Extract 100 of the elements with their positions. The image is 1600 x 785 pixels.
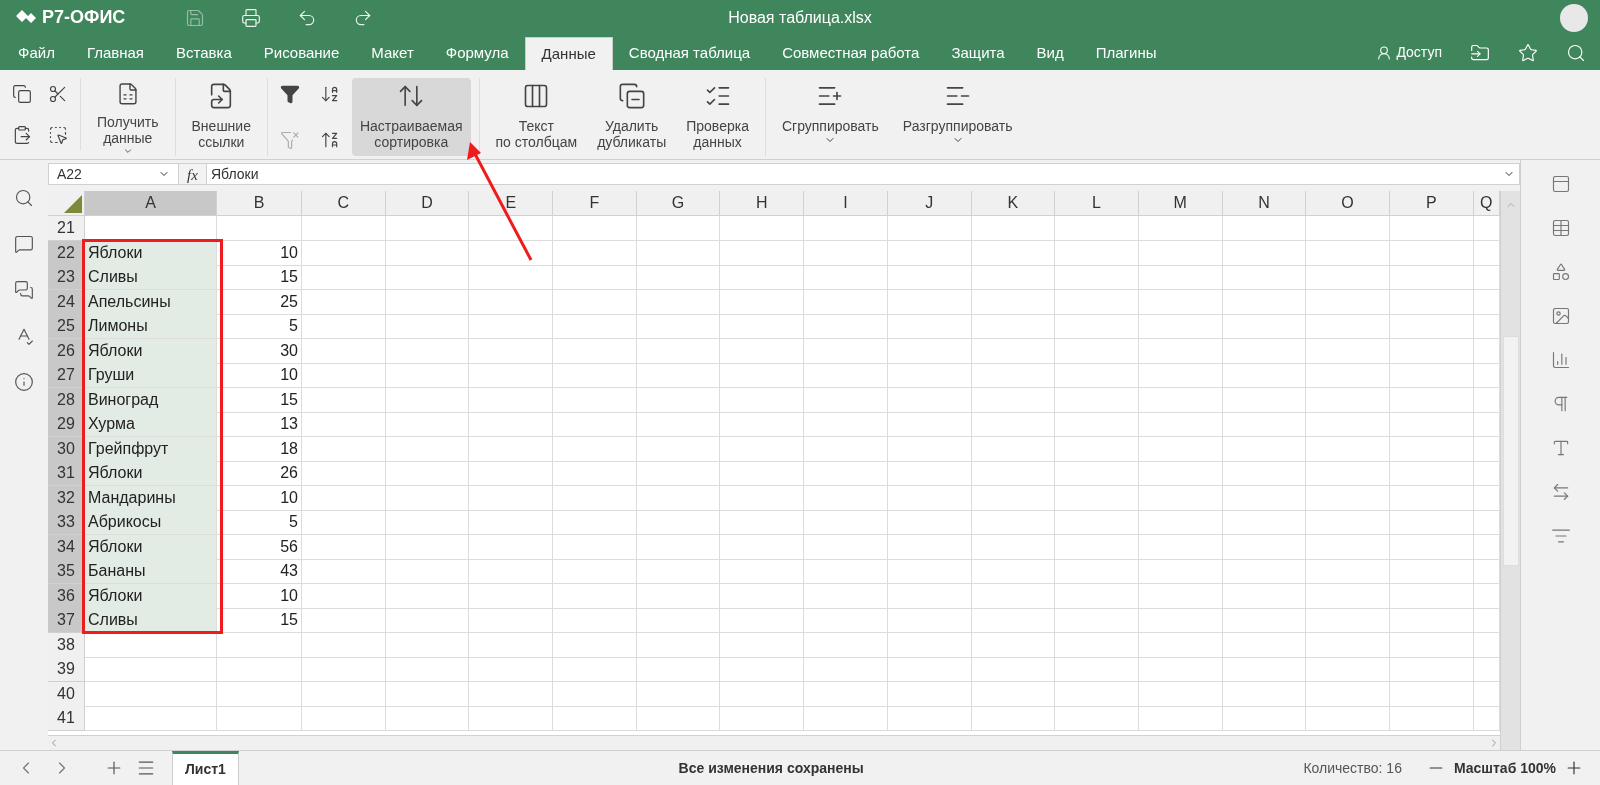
filter-icon[interactable] (279, 84, 300, 104)
table-icon[interactable] (1550, 218, 1571, 238)
table-cell: 5 (217, 314, 302, 339)
group-button[interactable]: Разгруппировать (894, 78, 1021, 156)
logo-icon (16, 9, 38, 26)
triangle-icon (64, 195, 82, 213)
column-header[interactable]: C (302, 191, 386, 216)
folder-icon[interactable] (1470, 42, 1490, 63)
table-cell: Сливы (85, 265, 217, 290)
ribbon-tab[interactable]: Вид (1020, 37, 1080, 70)
table-cell: 10 (217, 583, 302, 609)
info-icon[interactable] (14, 372, 34, 392)
table-cell: 10 (217, 485, 302, 511)
app-logo: Р7-ОФИС (42, 6, 126, 29)
row-header[interactable]: 39 (48, 657, 85, 682)
table-cell: Яблоки (85, 461, 217, 486)
comment-icon[interactable] (14, 234, 34, 254)
table-cell: 10 (217, 240, 302, 266)
ribbon-tab[interactable]: Вставка (160, 37, 248, 70)
ribbon-tab[interactable]: Макет (355, 37, 430, 70)
shapes-icon[interactable] (1550, 262, 1571, 282)
table-cell: Апельсины (85, 289, 217, 315)
table-cell: Абрикосы (85, 510, 217, 535)
table-cell: Яблоки (85, 338, 217, 364)
table-cell: 18 (217, 436, 302, 462)
table-cell: 30 (217, 338, 302, 364)
custom-sort-button[interactable]: Настраиваемая сортировка (351, 78, 471, 156)
sort-ascending-icon[interactable] (319, 84, 340, 104)
star-icon[interactable] (1518, 42, 1538, 63)
search-icon[interactable] (14, 188, 34, 208)
count-label: Количество: 16 (1303, 758, 1402, 778)
chat-icon[interactable] (14, 280, 34, 300)
get-data-button[interactable]: Получить данные (89, 78, 167, 156)
ribbon-tab[interactable]: Главная (70, 37, 160, 70)
table-cell: Сливы (85, 608, 217, 633)
column-header[interactable]: N (1222, 191, 1307, 216)
column-header[interactable]: K (971, 191, 1056, 216)
select-all-icon[interactable] (48, 125, 68, 145)
ribbon-tab[interactable]: Данные (524, 37, 613, 70)
paste-icon[interactable] (12, 125, 32, 145)
save-status: Все изменения сохранены (678, 758, 864, 778)
window-title: Новая таблица.xlsx (728, 7, 872, 28)
row-header[interactable]: 41 (48, 706, 85, 731)
table-cell: Грейпфрут (85, 436, 217, 462)
table-cell: 5 (217, 510, 302, 535)
ribbon-tab[interactable]: Совместная работа (766, 37, 936, 70)
column-header[interactable]: I (804, 191, 888, 216)
external-links-button[interactable]: Внешние ссылки (183, 78, 259, 156)
sort-descending-icon[interactable] (319, 130, 340, 150)
vertical-scrollbar[interactable] (1500, 191, 1520, 750)
column-header[interactable]: P (1389, 191, 1474, 216)
table-cell: Мандарины (85, 485, 217, 511)
ribbon-tab[interactable]: Формула (429, 37, 525, 70)
table-cell: Яблоки (85, 240, 217, 266)
ribbon-tab[interactable]: Рисование (247, 37, 356, 70)
column-header[interactable]: B (217, 191, 302, 216)
column-header[interactable]: L (1055, 191, 1139, 216)
data-tool-button[interactable]: Текст по столбцам (487, 78, 586, 156)
table-cell: Яблоки (85, 583, 217, 609)
copy-icon[interactable] (12, 84, 32, 104)
data-tool-button[interactable]: Проверка данных (678, 78, 757, 156)
group-button[interactable]: Сгруппировать (773, 78, 887, 156)
table-cell: 26 (217, 461, 302, 486)
column-header[interactable]: G (636, 191, 721, 216)
image-icon[interactable] (1550, 306, 1571, 326)
ribbon-tab[interactable]: Плагины (1079, 37, 1173, 70)
chart-icon[interactable] (1550, 350, 1571, 370)
table-cell: 43 (217, 559, 302, 584)
table-cell: 15 (217, 387, 302, 413)
row-header[interactable]: 38 (48, 632, 85, 658)
data-tool-button[interactable]: Удалить дубликаты (589, 78, 675, 156)
column-header[interactable]: F (553, 191, 637, 216)
search-icon[interactable] (1566, 42, 1586, 63)
cut-icon[interactable] (48, 84, 68, 104)
column-header[interactable]: D (385, 191, 470, 216)
table-cell: 13 (217, 412, 302, 437)
ribbon-tab[interactable]: Файл (2, 37, 71, 70)
access-button[interactable]: Доступ (1376, 42, 1442, 63)
table-cell: Яблоки (85, 534, 217, 560)
table-cell: Виноград (85, 387, 217, 413)
sheet-tab[interactable]: Лист1 (172, 750, 239, 785)
column-header[interactable]: A (85, 191, 217, 216)
column-header[interactable]: J (887, 191, 972, 216)
table-cell: 25 (217, 289, 302, 315)
users-icon (1376, 44, 1393, 61)
zoom-label: Масштаб 100% (1453, 758, 1556, 778)
table-cell: 15 (217, 608, 302, 633)
column-header[interactable]: M (1138, 191, 1223, 216)
column-header[interactable]: O (1306, 191, 1390, 216)
table-cell: Лимоны (85, 314, 217, 339)
row-header[interactable]: 21 (48, 216, 85, 241)
ribbon-tab[interactable]: Защита (935, 37, 1021, 70)
table-cell: Бананы (85, 559, 217, 584)
cell-settings-icon[interactable] (1550, 174, 1571, 194)
column-header[interactable]: H (720, 191, 805, 216)
column-header[interactable]: E (469, 191, 554, 216)
row-header[interactable]: 40 (48, 681, 85, 707)
ribbon-tab[interactable]: Сводная таблица (612, 37, 767, 70)
avatar[interactable] (1560, 3, 1588, 32)
print-icon[interactable] (241, 7, 262, 28)
